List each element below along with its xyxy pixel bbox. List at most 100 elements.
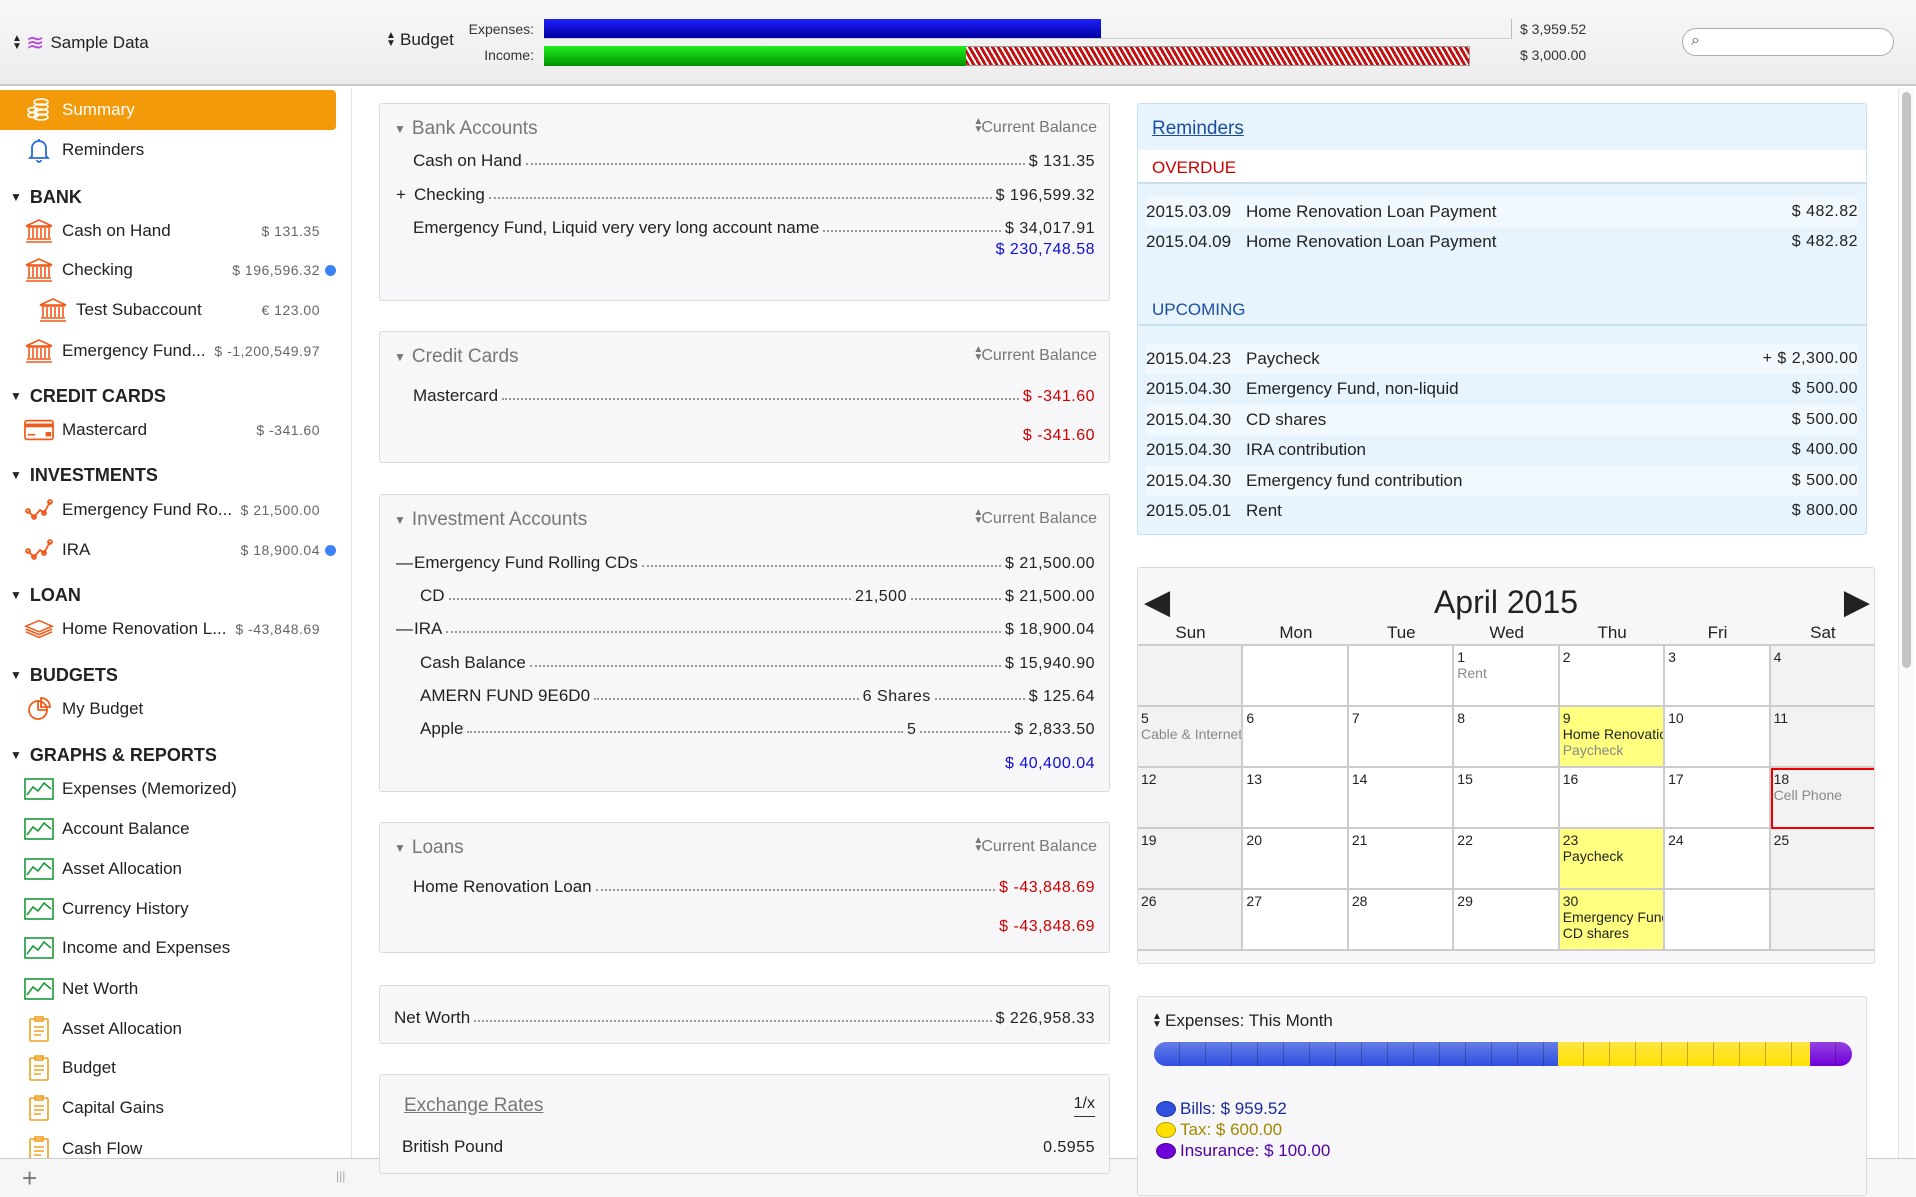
expense-segment-insurance[interactable] bbox=[1809, 1042, 1852, 1066]
calendar-day-cell[interactable]: 23 Paycheck bbox=[1559, 829, 1666, 890]
document-selector[interactable]: ▲ ▼ ≋ Sample Data bbox=[12, 30, 149, 56]
account-row[interactable]: Mastercard $ -341.60 bbox=[413, 376, 1095, 406]
disclosure-triangle-icon[interactable]: ▼ bbox=[10, 190, 22, 204]
reminder-row[interactable]: 2015.05.01 Rent $ 800.00 bbox=[1146, 496, 1858, 526]
calendar-event[interactable]: Home Renovation bbox=[1563, 726, 1663, 742]
calendar-day-cell[interactable]: 14 bbox=[1348, 768, 1455, 829]
calendar-day-cell[interactable]: 6 bbox=[1243, 707, 1349, 768]
calendar-day-cell[interactable] bbox=[1348, 646, 1455, 707]
budget-selector[interactable]: ▲ ▼ Budget bbox=[386, 30, 454, 50]
disclosure-triangle-icon[interactable]: ▼ bbox=[10, 468, 22, 482]
disclosure-triangle-icon[interactable]: ▼ bbox=[10, 748, 22, 762]
calendar-day-cell[interactable]: 12 bbox=[1138, 768, 1244, 829]
scrollbar-thumb[interactable] bbox=[1902, 92, 1911, 668]
calendar-day-cell[interactable]: 8 bbox=[1454, 707, 1560, 768]
expand-toggle-icon[interactable]: + bbox=[396, 185, 414, 205]
column-selector[interactable]: ▲ ▼Current Balance bbox=[973, 836, 1097, 856]
reminder-row[interactable]: 2015.03.09 Home Renovation Loan Payment $ … bbox=[1146, 197, 1858, 227]
calendar-day-cell[interactable]: 30 Emergency Fund CD shares bbox=[1559, 890, 1666, 951]
expand-toggle-icon[interactable]: — bbox=[396, 619, 414, 639]
calendar-day-cell[interactable]: 19 bbox=[1138, 829, 1244, 890]
account-row[interactable]: Home Renovation Loan $ -43,848.69 bbox=[413, 867, 1095, 897]
expand-toggle-icon[interactable]: — bbox=[396, 553, 414, 573]
search-field[interactable]: ⌕ bbox=[1682, 28, 1894, 56]
sidebar-item[interactable]: Cash Flow bbox=[0, 1129, 336, 1158]
account-row[interactable]: AMERN FUND 9E6D0 6 Shares $ 125.64 bbox=[420, 676, 1095, 706]
calendar-day-cell[interactable]: 1 Rent bbox=[1454, 646, 1560, 707]
calendar-day-cell[interactable]: 20 bbox=[1243, 829, 1349, 890]
exchange-rates-title[interactable]: Exchange Rates bbox=[404, 1095, 543, 1117]
column-selector[interactable]: ▲ ▼Current Balance bbox=[973, 508, 1097, 528]
sidebar-item[interactable]: Summary bbox=[0, 90, 336, 130]
sidebar-item[interactable]: Mastercard $ -341.60 bbox=[0, 410, 336, 450]
disclosure-triangle-icon[interactable]: ▼ bbox=[394, 513, 406, 527]
column-selector[interactable]: ▲ ▼Current Balance bbox=[973, 345, 1097, 365]
disclosure-triangle-icon[interactable]: ▼ bbox=[394, 350, 406, 364]
calendar-day-cell[interactable]: 21 bbox=[1348, 829, 1455, 890]
sidebar-item[interactable]: Test Subaccount € 123.00 bbox=[0, 290, 336, 330]
calendar-day-cell[interactable]: 15 bbox=[1454, 768, 1560, 829]
scrollbar[interactable] bbox=[1898, 88, 1914, 1158]
sidebar-item[interactable]: Asset Allocation bbox=[0, 1009, 336, 1049]
calendar-event[interactable]: Paycheck bbox=[1563, 848, 1660, 864]
calendar-day-cell[interactable] bbox=[1665, 890, 1771, 951]
reminder-row[interactable]: 2015.04.30 Emergency Fund, non-liquid $ 50… bbox=[1146, 374, 1858, 404]
disclosure-triangle-icon[interactable]: ▼ bbox=[10, 389, 22, 403]
panel-title[interactable]: ▼ Credit Cards bbox=[394, 346, 519, 368]
expense-segment-bills[interactable] bbox=[1154, 1042, 1558, 1066]
calendar-day-cell[interactable] bbox=[1770, 890, 1874, 951]
calendar-event[interactable]: Emergency Fund bbox=[1563, 909, 1663, 925]
panel-title[interactable]: ▼ Bank Accounts bbox=[394, 118, 538, 140]
calendar-day-cell[interactable]: 5 Cable & Internet bbox=[1138, 707, 1244, 768]
calendar-day-cell[interactable]: 9 Home Renovation Paycheck bbox=[1559, 707, 1666, 768]
next-month-arrow-icon[interactable]: ▶ bbox=[1844, 582, 1870, 622]
disclosure-triangle-icon[interactable]: ▼ bbox=[394, 841, 406, 855]
sidebar-item[interactable]: Account Balance bbox=[0, 809, 336, 849]
column-selector[interactable]: ▲ ▼Current Balance bbox=[973, 117, 1097, 137]
sidebar-item[interactable]: Emergency Fund Ro... $ 21,500.00 bbox=[0, 490, 336, 530]
exchange-rates-column[interactable]: 1/x bbox=[1073, 1095, 1095, 1117]
account-row[interactable]: Emergency Fund, Liquid very very long ac… bbox=[413, 208, 1095, 238]
disclosure-triangle-icon[interactable]: ▼ bbox=[10, 668, 22, 682]
sidebar-item[interactable]: Checking $ 196,596.32 bbox=[0, 250, 336, 290]
reminder-row[interactable]: 2015.04.30 Emergency fund contribution $ 5… bbox=[1146, 466, 1858, 496]
reminders-title[interactable]: Reminders bbox=[1152, 118, 1244, 140]
calendar-day-cell[interactable] bbox=[1243, 646, 1349, 707]
calendar-event[interactable]: Cell Phone bbox=[1774, 787, 1871, 803]
calendar-day-cell[interactable]: 22 bbox=[1454, 829, 1560, 890]
reminder-row[interactable]: 2015.04.09 Home Renovation Loan Payment $ … bbox=[1146, 227, 1858, 257]
sidebar-item[interactable]: Reminders bbox=[0, 130, 336, 170]
expense-segment-tax[interactable] bbox=[1557, 1042, 1810, 1066]
add-icon[interactable]: + bbox=[22, 1163, 37, 1194]
sidebar-item[interactable]: Income and Expenses bbox=[0, 928, 336, 968]
reminder-row[interactable]: 2015.04.30 IRA contribution $ 400.00 bbox=[1146, 435, 1858, 465]
calendar-day-cell[interactable]: 27 bbox=[1243, 890, 1349, 951]
sidebar-item[interactable]: Currency History bbox=[0, 889, 336, 929]
calendar-day-cell[interactable] bbox=[1138, 646, 1244, 707]
calendar-event[interactable]: Cable & Internet bbox=[1141, 726, 1241, 742]
calendar-day-cell[interactable]: 17 bbox=[1665, 768, 1771, 829]
calendar-day-cell[interactable]: 13 bbox=[1243, 768, 1349, 829]
sidebar-item[interactable]: Asset Allocation bbox=[0, 849, 336, 889]
search-input[interactable] bbox=[1711, 32, 1881, 52]
account-row[interactable]: Cash Balance $ 15,940.90 bbox=[420, 643, 1095, 673]
panel-title[interactable]: ▼ Loans bbox=[394, 837, 464, 859]
calendar-day-cell[interactable]: 24 bbox=[1665, 829, 1771, 890]
sidebar-item[interactable]: Expenses (Memorized) bbox=[0, 769, 336, 809]
calendar-event[interactable]: Paycheck bbox=[1563, 742, 1660, 758]
calendar-day-cell[interactable]: 4 bbox=[1770, 646, 1874, 707]
account-row[interactable]: — IRA $ 18,900.04 bbox=[396, 609, 1095, 639]
sidebar-section-header[interactable]: ▼ INVESTMENTS bbox=[0, 455, 336, 495]
account-row[interactable]: + Checking $ 196,599.32 bbox=[396, 175, 1095, 205]
calendar-day-cell[interactable]: 11 bbox=[1770, 707, 1874, 768]
calendar-day-cell[interactable]: 26 bbox=[1138, 890, 1244, 951]
disclosure-triangle-icon[interactable]: ▼ bbox=[10, 588, 22, 602]
expenses-period-selector[interactable]: ▲ ▼ Expenses: This Month bbox=[1152, 1011, 1333, 1031]
resize-handle-icon[interactable]: ||| bbox=[336, 1169, 345, 1183]
sidebar-item[interactable]: Emergency Fund... $ -1,200,549.97 bbox=[0, 331, 336, 371]
account-row[interactable]: CD 21,500 $ 21,500.00 bbox=[420, 576, 1095, 606]
calendar-day-cell[interactable]: 10 bbox=[1665, 707, 1771, 768]
account-row[interactable]: Cash on Hand $ 131.35 bbox=[413, 141, 1095, 171]
calendar-day-cell[interactable]: 25 bbox=[1770, 829, 1874, 890]
reminder-row[interactable]: 2015.04.23 Paycheck + $ 2,300.00 bbox=[1146, 344, 1858, 374]
